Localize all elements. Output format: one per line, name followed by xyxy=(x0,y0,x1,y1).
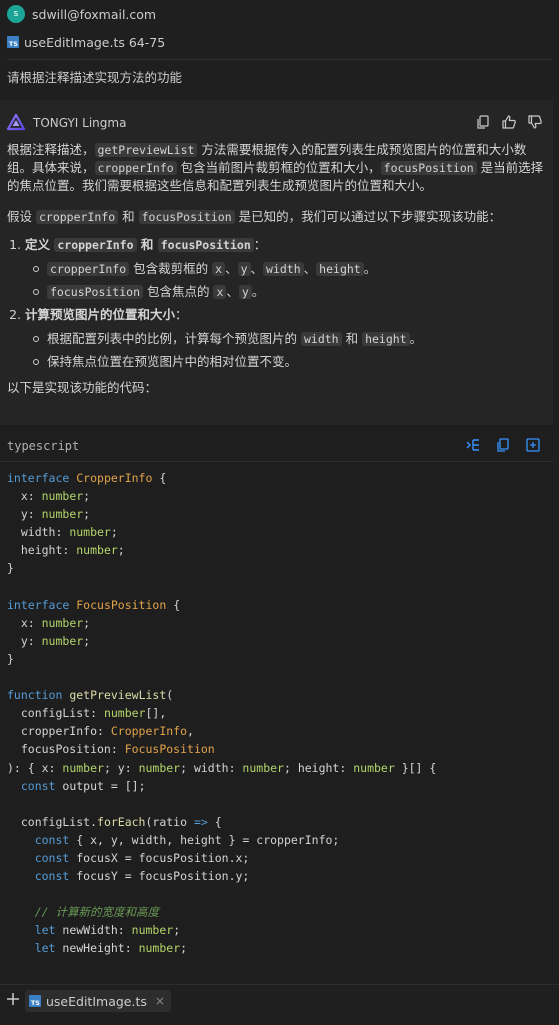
file-reference-label: useEditImage.ts 64-75 xyxy=(24,34,166,50)
context-file-label: useEditImage.ts xyxy=(46,993,147,1009)
divider xyxy=(7,59,552,60)
user-message: s sdwill@foxmail.com TS useEditImage.ts … xyxy=(0,0,559,96)
answer-paragraph: 根据注释描述， getPreviewList 方法需要根据传入的配置列表生成预览图… xyxy=(7,142,544,193)
inline-code: focusPosition xyxy=(157,238,254,252)
typescript-file-icon: TS xyxy=(29,995,41,1007)
user-question: 请根据注释描述实现方法的功能 xyxy=(7,70,183,85)
sub-list: cropperInfo 包含裁剪框的 x、 y、 width、 height。 foc… xyxy=(25,260,547,301)
code-actions xyxy=(465,437,541,453)
steps-list: 定义 cropperInfo 和 focusPosition： cropperI… xyxy=(7,236,547,371)
insert-icon[interactable] xyxy=(465,437,481,453)
context-file-tab[interactable]: TS useEditImage.ts × xyxy=(25,990,171,1012)
thumbs-down-icon[interactable] xyxy=(527,114,543,130)
assistant-answer: TONGYI Lingma 根据注释描述， getPreviewList 方法需要… xyxy=(0,100,553,975)
answer-paragraph: 假设 cropperInfo 和 focusPosition 是已知的，我们可以… xyxy=(7,209,502,224)
list-item: 根据配置列表中的比例，计算每个预览图片的 width 和 height。 xyxy=(33,330,547,348)
answer-body: 根据注释描述， getPreviewList 方法需要根据传入的配置列表生成预览图… xyxy=(7,141,547,397)
divider xyxy=(0,461,553,462)
new-file-icon[interactable] xyxy=(525,437,541,453)
typescript-file-icon: TS xyxy=(7,36,19,48)
code-block: typescript interface CropperInfo { x: nu… xyxy=(0,425,553,975)
code-language-label: typescript xyxy=(7,439,80,453)
answer-paragraph: 以下是实现该功能的代码： xyxy=(7,380,158,395)
sub-list: 根据配置列表中的比例，计算每个预览图片的 width 和 height。 保持焦… xyxy=(25,330,547,371)
tongyi-logo-icon xyxy=(7,114,25,131)
list-item: 保持焦点位置在预览图片中的相对位置不变。 xyxy=(33,353,547,371)
code-content: interface CropperInfo { x: number; y: nu… xyxy=(7,471,437,956)
inline-code: getPreviewList xyxy=(94,143,198,157)
list-item: 计算预览图片的位置和大小： 根据配置列表中的比例，计算每个预览图片的 width… xyxy=(25,306,547,371)
inline-code: cropperInfo xyxy=(54,238,137,252)
user-info: s sdwill@foxmail.com xyxy=(7,4,156,24)
inline-code: cropperInfo xyxy=(94,161,177,175)
inline-code: focusPosition xyxy=(138,210,235,224)
list-item: 定义 cropperInfo 和 focusPosition： cropperI… xyxy=(25,236,547,301)
file-reference-chip[interactable]: TS useEditImage.ts 64-75 xyxy=(7,33,165,51)
list-item: cropperInfo 包含裁剪框的 x、 y、 width、 height。 xyxy=(33,260,547,278)
assistant-name: TONGYI Lingma xyxy=(33,116,127,130)
inline-code: cropperInfo xyxy=(35,210,119,224)
answer-actions xyxy=(475,114,543,130)
assistant-header: TONGYI Lingma xyxy=(7,112,126,134)
context-bar: TS useEditImage.ts × xyxy=(0,984,559,1025)
add-context-icon[interactable] xyxy=(5,991,21,1007)
close-icon[interactable]: × xyxy=(155,994,165,1008)
inline-code: focusPosition xyxy=(380,161,477,175)
copy-icon[interactable] xyxy=(475,114,491,130)
copy-icon[interactable] xyxy=(495,437,511,453)
avatar: s xyxy=(7,5,25,23)
list-item: focusPosition 包含焦点的 x、 y。 xyxy=(33,283,547,301)
user-email: sdwill@foxmail.com xyxy=(32,6,157,22)
thumbs-up-icon[interactable] xyxy=(501,114,517,130)
